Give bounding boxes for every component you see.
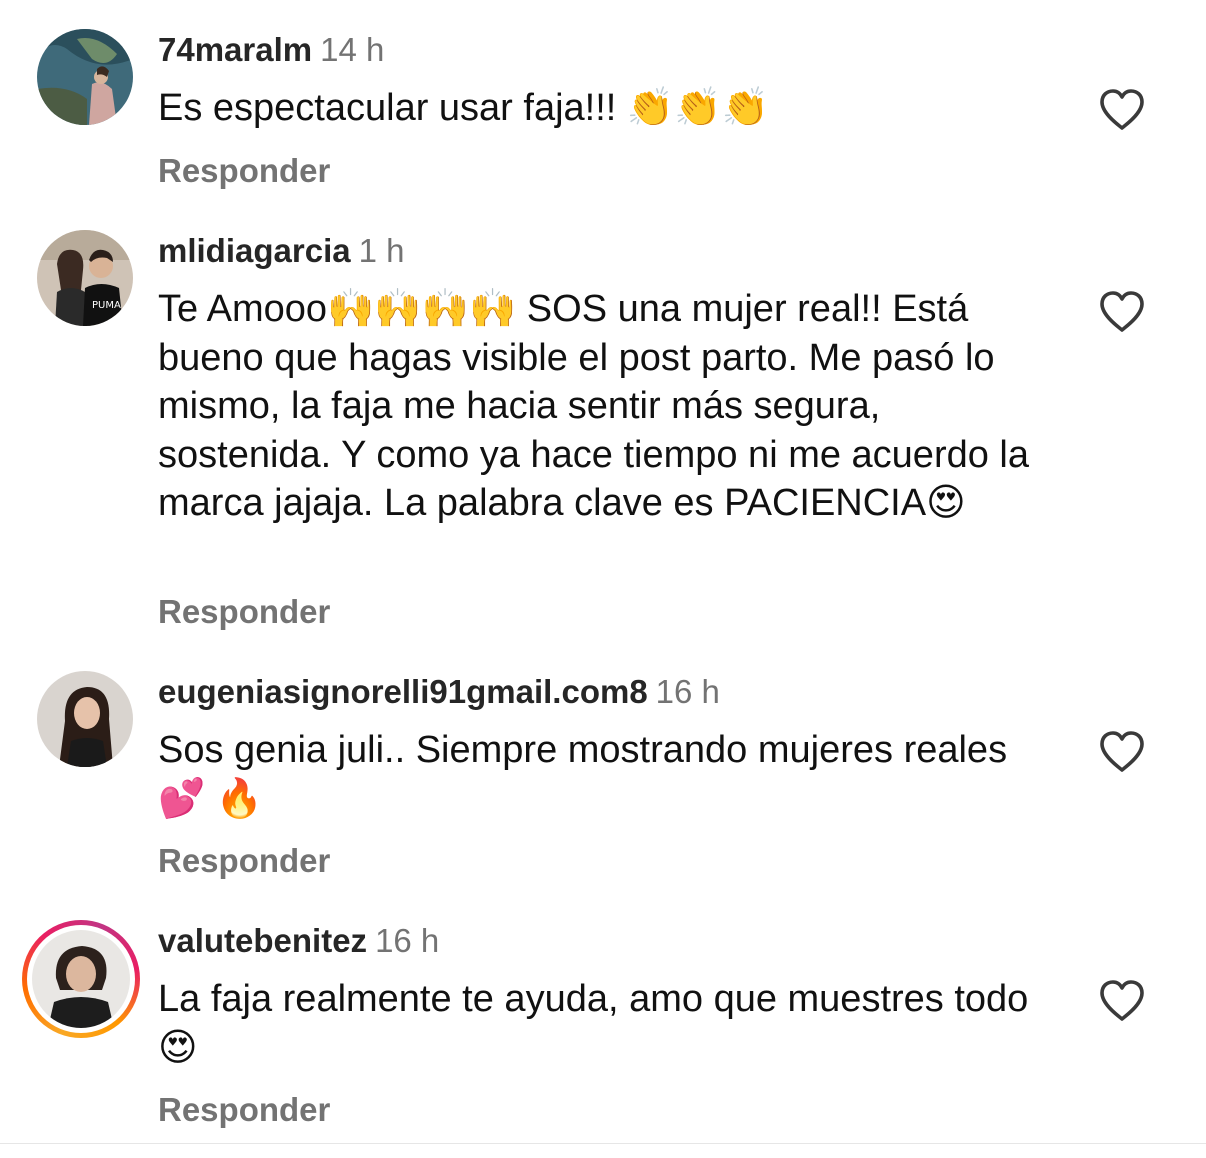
reply-button[interactable]: Responder bbox=[158, 151, 330, 191]
timestamp: 16 h bbox=[655, 673, 720, 710]
comment-text: La faja realmente te ayuda, amo que mues… bbox=[158, 978, 1029, 1069]
comment-header: mlidiagarcia 1 h bbox=[158, 231, 404, 271]
timestamp: 16 h bbox=[375, 922, 440, 959]
comment-header: valutebenitez 16 h bbox=[158, 921, 439, 961]
comment-text: Sos genia juli.. Siempre mostrando mujer… bbox=[158, 729, 1008, 820]
avatar[interactable]: PUMA bbox=[37, 230, 133, 326]
avatar[interactable] bbox=[37, 29, 133, 125]
avatar[interactable] bbox=[37, 671, 133, 767]
divider bbox=[0, 1143, 1206, 1144]
heart-outline-icon[interactable] bbox=[1098, 290, 1146, 334]
timestamp: 1 h bbox=[358, 232, 405, 269]
story-ring[interactable] bbox=[22, 920, 140, 1038]
avatar[interactable] bbox=[32, 930, 130, 1028]
reply-button[interactable]: Responder bbox=[158, 1090, 330, 1130]
comments-list: 74maralm 14 h Es espectacular usar faja!!… bbox=[0, 0, 1206, 1158]
heart-outline-icon[interactable] bbox=[1098, 88, 1146, 132]
comment-header: eugeniasignorelli91gmail.com8 16 h bbox=[158, 672, 720, 712]
reply-button[interactable]: Responder bbox=[158, 841, 330, 881]
reply-button[interactable]: Responder bbox=[158, 592, 330, 632]
heart-outline-icon[interactable] bbox=[1098, 730, 1146, 774]
username[interactable]: eugeniasignorelli91gmail.com8 bbox=[158, 673, 648, 710]
username[interactable]: mlidiagarcia bbox=[158, 232, 351, 269]
comment-text: Es espectacular usar faja!!! 👏👏👏 bbox=[158, 87, 769, 129]
timestamp: 14 h bbox=[320, 31, 385, 68]
comment-header: 74maralm 14 h bbox=[158, 30, 384, 70]
username[interactable]: 74maralm bbox=[158, 31, 312, 68]
svg-text:PUMA: PUMA bbox=[92, 300, 121, 311]
username[interactable]: valutebenitez bbox=[158, 922, 367, 959]
comment-text: Te Amooo🙌🙌🙌🙌 SOS una mujer real!! Está b… bbox=[158, 288, 1029, 524]
heart-outline-icon[interactable] bbox=[1098, 979, 1146, 1023]
